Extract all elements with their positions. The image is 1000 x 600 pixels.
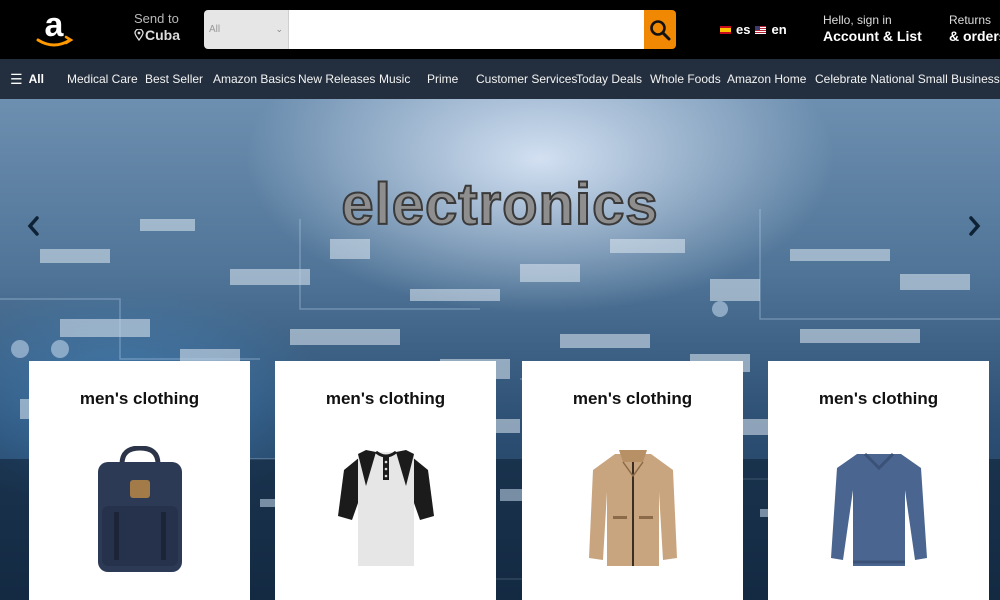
send-to-location[interactable]: Send to Cuba	[134, 11, 180, 43]
account-label: Account & List	[823, 27, 922, 44]
nav-all-menu[interactable]: ☰ All	[10, 59, 44, 99]
hamburger-menu-icon: ☰	[10, 70, 23, 87]
nav-item-music[interactable]: Music	[379, 59, 410, 99]
jacket-image[interactable]	[585, 446, 681, 575]
nav-all-label: All	[28, 72, 44, 86]
raglan-shirt-image[interactable]	[336, 446, 436, 575]
language-en[interactable]: en	[771, 22, 786, 37]
search-category-select[interactable]: All ⌄	[204, 10, 289, 49]
send-to-location-name: Cuba	[145, 26, 180, 43]
search-icon	[650, 19, 671, 40]
nav-item-new-releases[interactable]: New Releases	[298, 59, 375, 99]
chevron-down-icon: ⌄	[275, 24, 283, 34]
search-button[interactable]	[644, 10, 676, 49]
nav-item-amazon-home[interactable]: Amazon Home	[727, 59, 806, 99]
card-title: men's clothing	[572, 389, 693, 408]
category-card[interactable]: men's clothing	[29, 361, 250, 600]
card-title: men's clothing	[79, 389, 200, 408]
category-card[interactable]: men's clothing	[522, 361, 743, 600]
search-category-value: All	[209, 24, 221, 35]
category-card[interactable]: men's clothing	[275, 361, 496, 600]
backpack-image[interactable]	[92, 445, 188, 581]
account-and-list[interactable]: Hello, sign in Account & List	[823, 13, 922, 44]
nav-item-whole-foods[interactable]: Whole Foods	[650, 59, 721, 99]
category-card[interactable]: men's clothing	[768, 361, 989, 600]
nav-item-prime[interactable]: Prime	[427, 59, 458, 99]
returns-label: Returns	[949, 13, 992, 27]
nav-item-amazon-basics[interactable]: Amazon Basics	[213, 59, 296, 99]
nav-item-customer-services[interactable]: Customer Services	[476, 59, 577, 99]
send-to-label: Send to	[134, 11, 179, 26]
language-selector[interactable]: es en	[720, 22, 787, 37]
nav-item-best-seller[interactable]: Best Seller	[145, 59, 203, 99]
us-flag-icon	[755, 25, 767, 34]
account-greeting: Hello, sign in	[823, 13, 892, 27]
nav-item-small-business[interactable]: Celebrate National Small Business Month	[815, 59, 1000, 99]
card-title: men's clothing	[325, 389, 446, 408]
top-header: a Send to Cuba All ⌄ es en Hello, sign i…	[0, 0, 1000, 59]
search-input[interactable]	[289, 10, 644, 49]
main-nav: ☰ All Medical Care Best Seller Amazon Ba…	[0, 59, 1000, 99]
card-title: men's clothing	[818, 389, 939, 408]
spain-flag-icon	[720, 25, 731, 34]
amazon-logo[interactable]: a	[30, 6, 78, 52]
search-bar: All ⌄	[204, 10, 676, 49]
sweater-image[interactable]	[829, 446, 929, 575]
language-es[interactable]: es	[736, 22, 750, 37]
hero-title: electronics	[340, 171, 659, 238]
returns-and-orders[interactable]: Returns & orders	[949, 13, 1000, 44]
nav-item-today-deals[interactable]: Today Deals	[576, 59, 642, 99]
hero-carousel: electronics men's clothing men's clothin…	[0, 99, 1000, 600]
location-pin-icon	[134, 28, 144, 41]
orders-label: & orders	[949, 27, 1000, 44]
svg-text:a: a	[45, 6, 65, 44]
nav-item-medical-care[interactable]: Medical Care	[67, 59, 138, 99]
